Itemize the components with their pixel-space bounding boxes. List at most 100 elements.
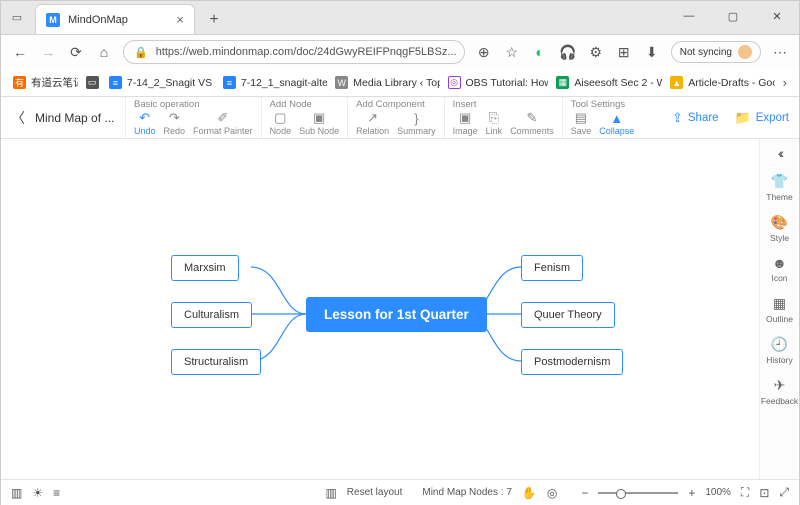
insert-image-button[interactable]: ▣Image: [453, 111, 478, 136]
window-close-button[interactable]: ✕: [755, 1, 799, 31]
bookmark-item[interactable]: ▦Aiseesoft Sec 2 - W...: [552, 74, 662, 91]
bookmark-item[interactable]: ◎OBS Tutorial: How...: [444, 74, 549, 91]
bookmarks-overflow-icon[interactable]: ›: [779, 75, 791, 90]
reading-list-icon: ▭: [86, 76, 99, 89]
mindmap-node[interactable]: Fenism: [521, 255, 583, 281]
undo-icon: ↶: [137, 111, 153, 125]
brightness-icon[interactable]: ☀: [32, 486, 43, 500]
collapse-button[interactable]: ▲Collapse: [599, 111, 634, 136]
group-label: Add Component: [356, 99, 436, 110]
export-button[interactable]: 📁Export: [735, 110, 789, 126]
comment-icon: ✎: [524, 111, 540, 125]
side-feedback-button[interactable]: ✈Feedback: [761, 371, 798, 412]
nav-home-button[interactable]: ⌂: [95, 43, 113, 61]
layout-icon[interactable]: ▥: [11, 486, 22, 500]
workspace: Lesson for 1st Quarter Marxsim Culturali…: [1, 139, 799, 479]
avatar-icon: [738, 45, 752, 59]
side-history-button[interactable]: 🕘History: [766, 330, 792, 371]
bookmark-item[interactable]: ▭: [82, 74, 101, 91]
window-maximize-button[interactable]: ▢: [711, 1, 755, 31]
link-icon: ⎘: [486, 111, 502, 125]
browser-tab[interactable]: M MindOnMap ×: [35, 4, 195, 34]
redo-button[interactable]: ↷Redo: [164, 111, 186, 136]
nav-forward-button[interactable]: →: [39, 43, 57, 61]
save-icon: ▤: [573, 111, 589, 125]
bookmarks-bar: 有有道云笔记 ▭ ≡7-14_2_Snagit VS S... ≡7-12_1_…: [1, 69, 799, 97]
add-node-button[interactable]: ▢Node: [270, 111, 292, 136]
tab-actions-icon[interactable]: ▭: [11, 12, 23, 24]
target-icon[interactable]: ◎: [547, 486, 557, 500]
gear-icon[interactable]: ⚙: [587, 43, 605, 61]
tab-title: MindOnMap: [68, 14, 168, 26]
bookmark-label: 有道云笔记: [31, 75, 78, 90]
center-icon[interactable]: ⊡: [759, 486, 769, 500]
relation-button[interactable]: ↗Relation: [356, 111, 389, 136]
insert-link-button[interactable]: ⎘Link: [486, 111, 503, 136]
group-label: Add Node: [270, 99, 340, 110]
zoom-out-button[interactable]: −: [581, 486, 588, 500]
zoom-icon[interactable]: ⊕: [475, 43, 493, 61]
side-style-button[interactable]: 🎨Style: [770, 208, 789, 249]
nav-back-button[interactable]: ←: [11, 43, 29, 61]
ext-green-icon[interactable]: ◐: [531, 43, 549, 61]
more-menu-icon[interactable]: ⋯: [771, 43, 789, 61]
share-icon: ⇪: [672, 110, 683, 126]
reset-layout-label[interactable]: Reset layout: [347, 487, 403, 498]
bookmark-item[interactable]: ≡7-12_1_snagit-alter...: [219, 74, 327, 91]
profile-sync-button[interactable]: Not syncing: [671, 41, 761, 63]
panel-collapse-icon[interactable]: ‹‹: [778, 145, 781, 161]
side-icon-button[interactable]: ☻Icon: [771, 249, 787, 289]
collections-icon[interactable]: ⊞: [615, 43, 633, 61]
theme-icon: 👕: [771, 173, 788, 190]
mindmap-node[interactable]: Postmodernism: [521, 349, 623, 375]
zoom-slider[interactable]: [598, 492, 678, 494]
bookmark-label: Article-Drafts - Goo...: [688, 77, 774, 89]
status-bar: ▥ ☀ ≡ ▥ Reset layout Mind Map Nodes : 7 …: [1, 479, 799, 505]
nav-refresh-button[interactable]: ⟳: [67, 43, 85, 61]
reset-layout-icon[interactable]: ▥: [325, 486, 336, 500]
mindmap-node[interactable]: Culturalism: [171, 302, 252, 328]
bookmark-item[interactable]: WMedia Library ‹ Top...: [331, 74, 439, 91]
mindmap-canvas[interactable]: Lesson for 1st Quarter Marxsim Culturali…: [1, 139, 759, 479]
collapse-icon: ▲: [609, 111, 625, 125]
side-theme-button[interactable]: 👕Theme: [766, 167, 792, 208]
share-button[interactable]: ⇪Share: [672, 110, 719, 126]
undo-button[interactable]: ↶Undo: [134, 111, 156, 136]
mindmap-node[interactable]: Marxsim: [171, 255, 239, 281]
fit-screen-icon[interactable]: ⛶: [741, 485, 749, 500]
relation-icon: ↗: [365, 111, 381, 125]
save-button[interactable]: ▤Save: [571, 111, 592, 136]
new-tab-button[interactable]: +: [201, 7, 227, 33]
side-outline-button[interactable]: ▦Outline: [766, 289, 793, 330]
mindmap-node[interactable]: Structuralism: [171, 349, 261, 375]
zoom-in-button[interactable]: +: [688, 486, 695, 500]
outline-icon: ▦: [773, 295, 786, 312]
export-icon: 📁: [735, 110, 751, 126]
bookmark-item[interactable]: ≡7-14_2_Snagit VS S...: [105, 74, 215, 91]
browser-address-bar: ← → ⟳ ⌂ 🔒 https://web.mindonmap.com/doc/…: [1, 35, 799, 69]
bookmark-label: OBS Tutorial: How...: [466, 77, 549, 89]
headphones-icon[interactable]: 🎧: [559, 43, 577, 61]
bookmark-label: 7-14_2_Snagit VS S...: [127, 77, 215, 89]
favorite-icon[interactable]: ☆: [503, 43, 521, 61]
download-icon[interactable]: ⬇: [643, 43, 661, 61]
document-title[interactable]: Mind Map of ...: [35, 111, 125, 125]
brush-icon: ✐: [215, 111, 231, 125]
bookmark-item[interactable]: 有有道云笔记: [9, 73, 78, 92]
add-subnode-button[interactable]: ▣Sub Node: [299, 111, 339, 136]
format-painter-button[interactable]: ✐Format Painter: [193, 111, 253, 136]
insert-comment-button[interactable]: ✎Comments: [510, 111, 554, 136]
fullscreen-icon[interactable]: ⤢: [779, 485, 789, 500]
bookmark-item[interactable]: ▲Article-Drafts - Goo...: [666, 74, 774, 91]
app-back-button[interactable]: 〈: [11, 108, 35, 128]
center-node[interactable]: Lesson for 1st Quarter: [306, 297, 487, 332]
url-input[interactable]: 🔒 https://web.mindonmap.com/doc/24dGwyRE…: [123, 40, 465, 64]
subnode-icon: ▣: [311, 111, 327, 125]
bookmark-favicon: ≡: [223, 76, 236, 89]
window-minimize-button[interactable]: —: [667, 1, 711, 31]
hand-icon[interactable]: ✋: [522, 486, 537, 500]
mindmap-node[interactable]: Quuer Theory: [521, 302, 615, 328]
summary-button[interactable]: }Summary: [397, 111, 436, 136]
list-icon[interactable]: ≡: [53, 486, 60, 500]
close-tab-icon[interactable]: ×: [176, 12, 184, 27]
